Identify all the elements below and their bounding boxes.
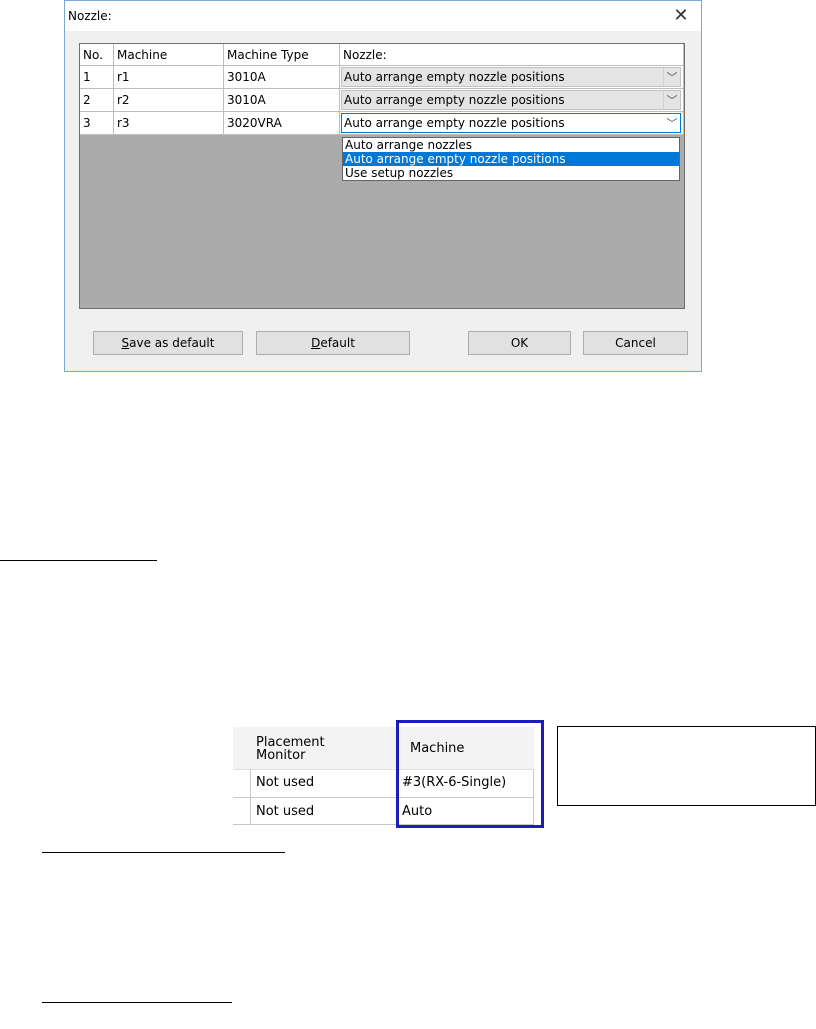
row-indicator xyxy=(233,769,251,798)
row-indicator xyxy=(233,798,251,825)
callout-box xyxy=(557,726,816,806)
dropdown-option-selected[interactable]: Auto arrange empty nozzle positions xyxy=(343,152,679,166)
dropdown-option[interactable]: Use setup nozzles xyxy=(343,166,679,180)
save-as-default-label: ave as default xyxy=(129,336,215,350)
default-label: efault xyxy=(320,336,355,350)
title-bar: Nozzle: ✕ xyxy=(65,1,701,31)
ok-button[interactable]: OK xyxy=(468,331,571,355)
column-header-no[interactable]: No. xyxy=(80,44,114,66)
row-nozzle-cell: Auto arrange empty nozzle positions ﹀ xyxy=(340,89,684,112)
cancel-button[interactable]: Cancel xyxy=(583,331,688,355)
table-row[interactable]: 2 r2 3010A Auto arrange empty nozzle pos… xyxy=(80,89,684,112)
nozzle-dialog: Nozzle: ✕ No. Machine Machine Type Nozzl… xyxy=(64,0,702,372)
table-row[interactable]: 1 r1 3010A Auto arrange empty nozzle pos… xyxy=(80,66,684,89)
chevron-down-icon[interactable]: ﹀ xyxy=(663,91,680,109)
row-header-corner xyxy=(233,727,251,769)
column-header-nozzle[interactable]: Nozzle: xyxy=(340,44,684,66)
row-machine-type: 3010A xyxy=(224,66,340,89)
dropdown-option[interactable]: Auto arrange nozzles xyxy=(343,138,679,152)
row-no: 3 xyxy=(80,112,114,135)
row-nozzle-cell: Auto arrange empty nozzle positions ﹀ xyxy=(340,66,684,89)
grid-header: No. Machine Machine Type Nozzle: xyxy=(80,44,684,66)
nozzle-dropdown-list: Auto arrange nozzles Auto arrange empty … xyxy=(342,137,680,181)
table-row[interactable]: 3 r3 3020VRA Auto arrange empty nozzle p… xyxy=(80,112,684,135)
chevron-down-icon[interactable]: ﹀ xyxy=(663,68,680,86)
divider-line xyxy=(0,560,157,561)
column-header-machine-type[interactable]: Machine Type xyxy=(224,44,340,66)
row-no: 2 xyxy=(80,89,114,112)
save-as-default-mnemonic: S xyxy=(121,336,130,350)
cell-placement-monitor: Not used xyxy=(251,798,397,825)
header-line-2: Monitor xyxy=(256,748,306,763)
row-nozzle-cell: Auto arrange empty nozzle positions ﹀ xyxy=(340,112,684,135)
close-icon[interactable]: ✕ xyxy=(669,4,693,28)
nozzle-select-open[interactable]: Auto arrange empty nozzle positions ﹀ xyxy=(341,113,681,133)
save-as-default-button[interactable]: Save as default xyxy=(93,331,243,355)
row-machine-type: 3010A xyxy=(224,89,340,112)
row-machine: r3 xyxy=(114,112,224,135)
nozzle-select[interactable]: Auto arrange empty nozzle positions ﹀ xyxy=(341,90,681,110)
chevron-down-icon[interactable]: ﹀ xyxy=(663,114,680,132)
default-mnemonic: D xyxy=(311,336,321,350)
row-no: 1 xyxy=(80,66,114,89)
row-machine: r2 xyxy=(114,89,224,112)
column-header-machine[interactable]: Machine xyxy=(114,44,224,66)
nozzle-select-value: Auto arrange empty nozzle positions xyxy=(344,93,565,107)
nozzle-select-value: Auto arrange empty nozzle positions xyxy=(344,70,565,84)
highlight-box xyxy=(396,720,544,828)
divider-line xyxy=(42,1002,232,1003)
divider-line xyxy=(42,852,285,853)
dialog-title: Nozzle: xyxy=(68,9,112,23)
column-header-placement-monitor: Placement Monitor xyxy=(251,727,397,769)
cell-placement-monitor: Not used xyxy=(251,769,397,798)
row-machine: r1 xyxy=(114,66,224,89)
row-machine-type: 3020VRA xyxy=(224,112,340,135)
default-button[interactable]: Default xyxy=(256,331,410,355)
nozzle-select[interactable]: Auto arrange empty nozzle positions ﹀ xyxy=(341,67,681,87)
nozzle-select-value: Auto arrange empty nozzle positions xyxy=(344,116,565,130)
